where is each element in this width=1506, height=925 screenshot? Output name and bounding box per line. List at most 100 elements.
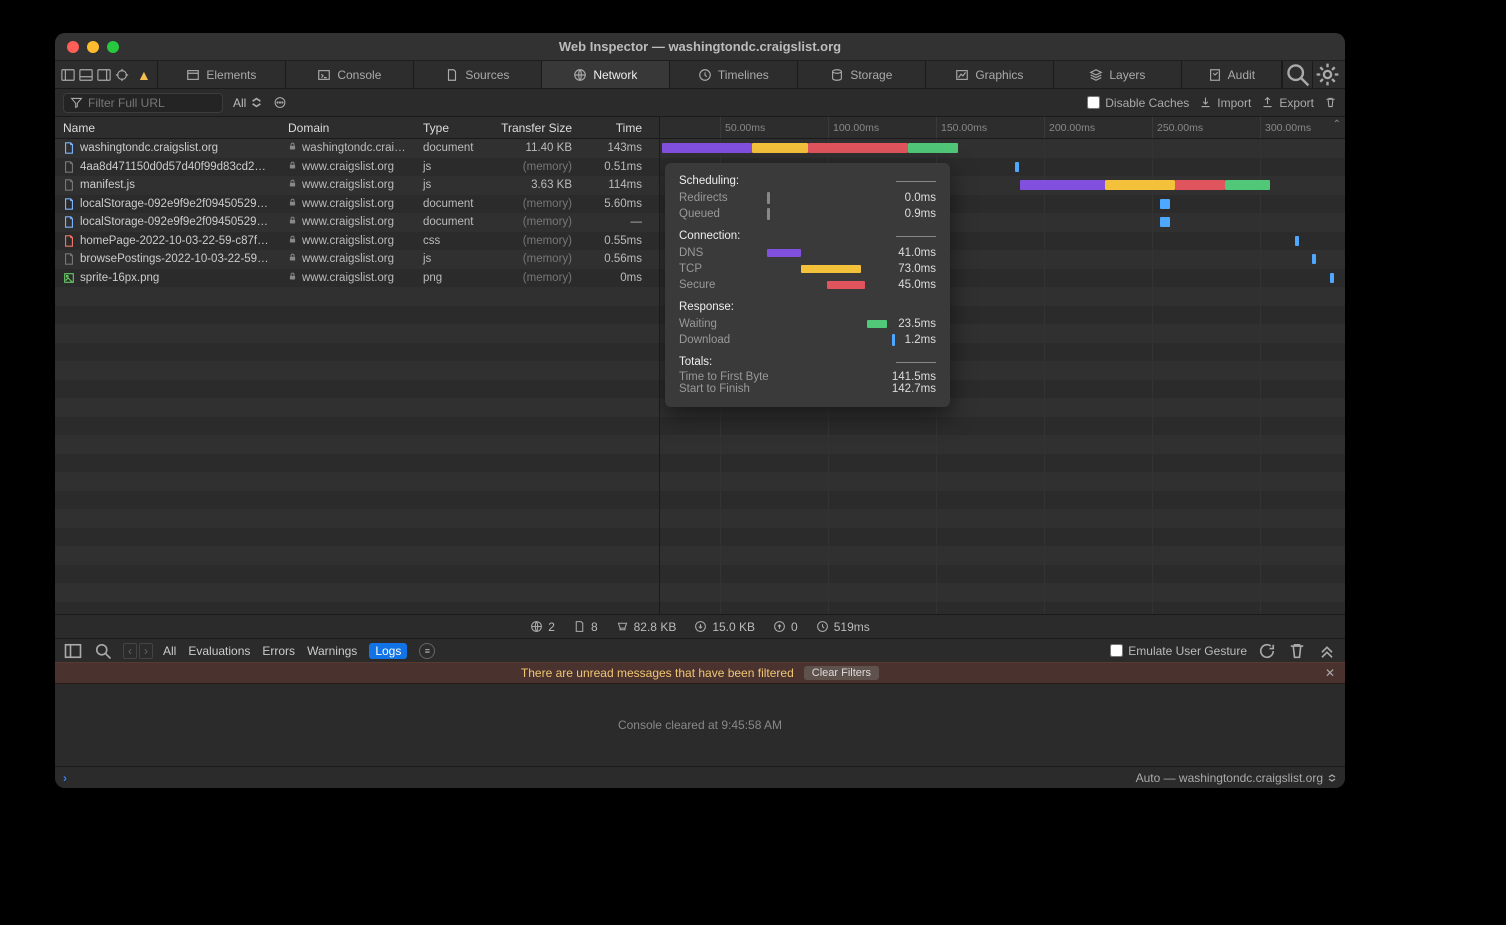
resource-time: 143ms [580, 142, 650, 154]
file-icon [63, 179, 75, 191]
preserve-log-toggle[interactable]: ≡ [419, 643, 435, 659]
dock-bottom-icon[interactable] [79, 68, 93, 82]
resource-time: 114ms [580, 179, 650, 191]
tab-elements[interactable]: Elements [158, 61, 286, 88]
col-type-header[interactable]: Type [415, 121, 485, 135]
lock-icon [288, 179, 297, 191]
filter-evaluations[interactable]: Evaluations [188, 644, 250, 658]
tabbar: ▲ Elements Console Sources Network Timel… [55, 61, 1345, 89]
file-icon [63, 216, 75, 228]
ruler-tick: 150.00ms [936, 117, 987, 138]
tab-console[interactable]: Console [286, 61, 414, 88]
stat-transfer: 82.8 KB [616, 620, 677, 634]
table-row[interactable]: 4aa8d471150d0d57d40f99d83cd21b71…www.cra… [55, 158, 659, 177]
network-main: Name Domain Type Transfer Size Time wash… [55, 117, 1345, 614]
timing-bar [1312, 254, 1316, 264]
window-title: Web Inspector — washingtondc.craigslist.… [55, 39, 1345, 54]
console-search-button[interactable] [93, 642, 113, 660]
filter-logs[interactable]: Logs [369, 643, 407, 659]
export-button[interactable]: Export [1261, 96, 1314, 110]
tab-storage[interactable]: Storage [798, 61, 926, 88]
timing-bar [1160, 199, 1170, 209]
lock-icon [288, 142, 297, 154]
lock-icon [288, 272, 297, 284]
table-row[interactable]: sprite-16px.pngwww.craigslist.orgpng(mem… [55, 269, 659, 288]
tab-audit[interactable]: Audit [1182, 61, 1282, 88]
table-row[interactable]: manifest.jswww.craigslist.orgjs3.63 KB11… [55, 176, 659, 195]
tab-graphics[interactable]: Graphics [926, 61, 1054, 88]
ruler-tick: 200.00ms [1044, 117, 1095, 138]
element-selector-icon[interactable] [115, 68, 129, 82]
other-options-icon[interactable] [273, 96, 287, 109]
settings-button[interactable] [1312, 61, 1342, 88]
resource-time: 0.56ms [580, 253, 650, 265]
col-domain-header[interactable]: Domain [280, 121, 415, 135]
filter-url-input[interactable]: Filter Full URL [63, 93, 223, 113]
import-button[interactable]: Import [1199, 96, 1251, 110]
dock-controls: ▲ [55, 61, 158, 88]
table-row[interactable]: washingtondc.craigslist.orgwashingtondc.… [55, 139, 659, 158]
col-name-header[interactable]: Name [55, 121, 280, 135]
emulate-user-gesture-checkbox[interactable]: Emulate User Gesture [1110, 644, 1247, 658]
search-button[interactable] [1282, 61, 1312, 88]
ruler-tick: 300.00ms [1260, 117, 1311, 138]
dock-left-icon[interactable] [61, 68, 75, 82]
console-prev-button[interactable]: ‹ [123, 643, 137, 659]
ruler-tick: 100.00ms [828, 117, 879, 138]
dock-right-icon[interactable] [97, 68, 111, 82]
timing-bar [1175, 180, 1225, 190]
resource-domain: www.craigslist.org [302, 198, 394, 210]
tab-sources[interactable]: Sources [414, 61, 542, 88]
console-reload-button[interactable] [1257, 642, 1277, 660]
tab-layers[interactable]: Layers [1054, 61, 1182, 88]
resource-type: document [415, 142, 485, 154]
table-body: washingtondc.craigslist.orgwashingtondc.… [55, 139, 659, 614]
resource-size: (memory) [485, 216, 580, 228]
file-icon [63, 272, 75, 284]
console-clear-button[interactable] [1287, 642, 1307, 660]
resource-type: css [415, 235, 485, 247]
file-icon [63, 142, 75, 154]
dismiss-warning-button[interactable]: ✕ [1325, 666, 1335, 680]
clear-button[interactable] [1324, 96, 1337, 109]
console-sidebar-toggle[interactable] [63, 642, 83, 660]
table-row[interactable]: homePage-2022-10-03-22-59-c87fb6…www.cra… [55, 232, 659, 251]
resource-name: browsePostings-2022-10-03-22-59-d1… [80, 253, 272, 265]
timing-bar [662, 143, 752, 153]
tab-network[interactable]: Network [542, 61, 670, 88]
table-row[interactable]: localStorage-092e9f9e2f09450529e74…www.c… [55, 213, 659, 232]
lock-icon [288, 216, 297, 228]
table-row[interactable]: localStorage-092e9f9e2f09450529e74…www.c… [55, 195, 659, 214]
resource-name: manifest.js [80, 179, 135, 191]
col-size-header[interactable]: Transfer Size [485, 121, 580, 135]
lock-icon [288, 198, 297, 210]
tab-timelines[interactable]: Timelines [670, 61, 798, 88]
col-time-header[interactable]: Time [580, 121, 650, 135]
filter-warnings[interactable]: Warnings [307, 644, 357, 658]
lock-icon [288, 253, 297, 265]
resource-type: js [415, 161, 485, 173]
timeline-body[interactable]: Scheduling: Redirects0.0ms Queued0.9ms C… [660, 139, 1345, 614]
warning-icon[interactable]: ▲ [137, 67, 151, 83]
timing-bar [752, 143, 808, 153]
console-toolbar: ‹ › All Evaluations Errors Warnings Logs… [55, 638, 1345, 662]
filter-type-select[interactable]: All [233, 96, 263, 110]
resource-size: (memory) [485, 161, 580, 173]
timing-bar [908, 143, 958, 153]
console-next-button[interactable]: › [139, 643, 153, 659]
lock-icon [288, 161, 297, 173]
chevron-up-icon[interactable]: ⌃ [1333, 119, 1341, 130]
console-collapse-button[interactable] [1317, 642, 1337, 660]
disable-caches-checkbox[interactable]: Disable Caches [1087, 96, 1189, 110]
timing-bar [1105, 180, 1175, 190]
filter-all[interactable]: All [163, 644, 176, 658]
clear-filters-button[interactable]: Clear Filters [804, 666, 879, 680]
console-input[interactable]: › Auto — washingtondc.craigslist.org [55, 766, 1345, 788]
table-row[interactable]: browsePostings-2022-10-03-22-59-d1…www.c… [55, 250, 659, 269]
resource-size: (memory) [485, 235, 580, 247]
network-toolbar: Filter Full URL All Disable Caches Impor… [55, 89, 1345, 117]
stat-domains: 2 [530, 620, 555, 634]
filter-errors[interactable]: Errors [262, 644, 295, 658]
console-context-select[interactable]: Auto — washingtondc.craigslist.org [1136, 771, 1337, 785]
resource-time: 0ms [580, 272, 650, 284]
